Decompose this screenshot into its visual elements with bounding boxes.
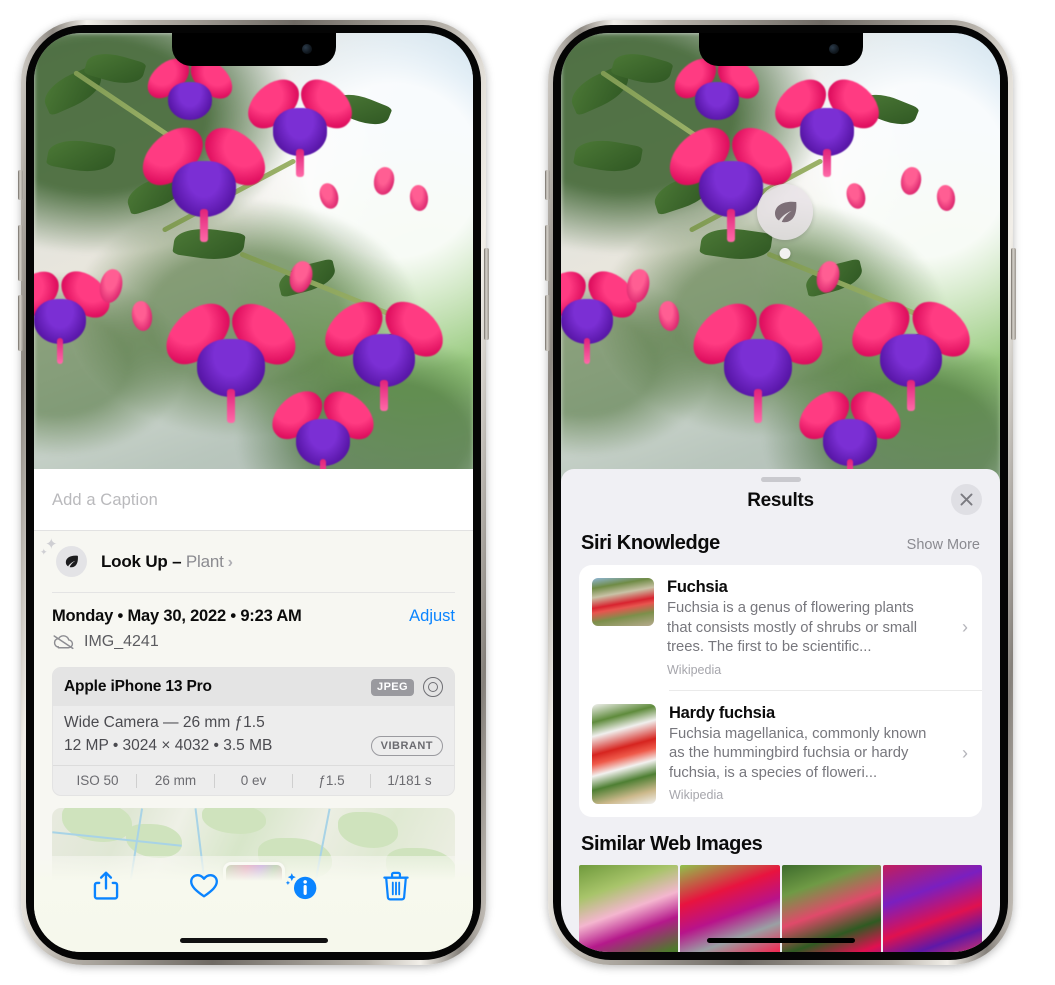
knowledge-source: Wikipedia — [669, 788, 724, 803]
share-icon[interactable] — [91, 870, 125, 904]
volume-down-button[interactable] — [545, 295, 550, 351]
sparkle-icon: ✦ — [40, 547, 48, 557]
close-icon[interactable] — [951, 484, 982, 515]
cloud-slash-icon — [52, 634, 75, 650]
fuchsia-blossom — [155, 292, 307, 423]
siri-knowledge-card: Fuchsia Fuchsia is a genus of flowering … — [579, 565, 982, 817]
web-image-thumbnail[interactable] — [579, 864, 679, 952]
heart-icon[interactable] — [188, 870, 222, 904]
fuchsia-blossom — [314, 291, 454, 412]
fuchsia-blossom — [841, 291, 981, 412]
fuchsia-blossom — [140, 51, 240, 123]
fuchsia-blossom — [34, 262, 119, 365]
caption-placeholder: Add a Caption — [52, 491, 158, 509]
exif-card[interactable]: Apple iPhone 13 Pro JPEG Wide Camera — 2… — [52, 667, 455, 796]
caption-input[interactable]: Add a Caption — [34, 469, 473, 530]
siri-knowledge-header: Siri Knowledge Show More — [561, 526, 1000, 565]
photo-date: Monday • May 30, 2022 • 9:23 AM — [52, 607, 302, 625]
photo-filename: IMG_4241 — [84, 633, 159, 650]
photo-metadata: Monday • May 30, 2022 • 9:23 AM Adjust I… — [34, 593, 473, 657]
trash-icon[interactable] — [382, 870, 416, 904]
page-title: Results — [747, 490, 814, 511]
left-screen: Add a Caption ✦ ✦ Look Up – Plant › Mond… — [34, 33, 473, 952]
exif-stat-iso: ISO 50 — [76, 773, 119, 788]
badge-anchor-dot — [779, 248, 791, 259]
exif-stats-row: ISO 50 26 mm 0 ev ƒ1.5 1/181 s — [53, 765, 454, 795]
power-button[interactable] — [1011, 248, 1016, 340]
front-camera-icon — [828, 44, 839, 54]
photo-fuchsia[interactable] — [34, 33, 473, 493]
exif-body: Wide Camera — 26 mm ƒ1.5 12 MP • 3024 × … — [53, 706, 454, 765]
home-indicator[interactable] — [179, 938, 328, 943]
exif-stat-shutter: 1/181 s — [387, 773, 432, 788]
right-phone: Results Siri Knowledge Show More Fuchsia… — [545, 20, 1016, 965]
show-more-button[interactable]: Show More — [907, 537, 980, 553]
knowledge-source: Wikipedia — [667, 662, 722, 677]
look-up-label: Look Up – Plant › — [101, 552, 233, 572]
similar-web-images-title: Similar Web Images — [581, 832, 763, 855]
fuchsia-blossom — [682, 292, 834, 423]
front-camera-icon — [301, 44, 312, 54]
exif-stat-exposure: 0 ev — [240, 773, 267, 788]
format-badge: JPEG — [371, 678, 414, 696]
fuchsia-blossom — [263, 382, 383, 487]
fuchsia-blossom — [132, 116, 276, 243]
knowledge-description: Fuchsia magellanica, commonly known as t… — [669, 725, 927, 781]
results-sheet: Results Siri Knowledge Show More Fuchsia… — [561, 469, 1000, 952]
notch — [171, 33, 336, 66]
notch — [698, 33, 863, 66]
fuchsia-blossom — [561, 262, 646, 365]
camera-model: Apple iPhone 13 Pro — [64, 678, 212, 695]
look-up-row[interactable]: ✦ ✦ Look Up – Plant › — [34, 531, 473, 592]
lens-info: Wide Camera — 26 mm ƒ1.5 — [64, 714, 265, 731]
mute-switch[interactable] — [545, 170, 550, 200]
power-button[interactable] — [484, 248, 489, 340]
photographic-style-badge: VIBRANT — [370, 736, 443, 756]
results-header: Results — [561, 482, 1000, 526]
list-item[interactable]: Fuchsia Fuchsia is a genus of flowering … — [579, 565, 982, 690]
leaf-icon — [757, 184, 813, 240]
look-up-subject: Plant — [185, 551, 224, 571]
chevron-right-icon: › — [962, 743, 968, 764]
fuchsia-blossom — [765, 70, 889, 178]
exif-header: Apple iPhone 13 Pro JPEG — [53, 668, 454, 706]
knowledge-title: Hardy fuchsia — [669, 703, 775, 722]
look-up-title: Look Up – — [101, 551, 182, 571]
adjust-button[interactable]: Adjust — [409, 607, 455, 626]
left-phone: Add a Caption ✦ ✦ Look Up – Plant › Mond… — [18, 20, 489, 965]
exif-stat-focal: 26 mm — [154, 773, 197, 788]
knowledge-thumbnail — [592, 703, 656, 804]
mute-switch[interactable] — [18, 170, 23, 200]
volume-up-button[interactable] — [18, 225, 23, 281]
knowledge-thumbnail — [592, 578, 654, 626]
screenshot-canvas: Add a Caption ✦ ✦ Look Up – Plant › Mond… — [0, 0, 1055, 985]
knowledge-title: Fuchsia — [667, 578, 728, 596]
knowledge-description: Fuchsia is a genus of flowering plants t… — [667, 600, 917, 656]
home-indicator[interactable] — [706, 938, 855, 943]
right-screen: Results Siri Knowledge Show More Fuchsia… — [561, 33, 1000, 952]
volume-up-button[interactable] — [545, 225, 550, 281]
chevron-right-icon: › — [962, 616, 968, 637]
fuchsia-blossom — [790, 382, 910, 487]
fuchsia-blossom — [238, 70, 362, 178]
fuchsia-blossom — [667, 51, 767, 123]
visual-look-up-badge[interactable] — [757, 184, 813, 259]
resolution-info: 12 MP • 3024 × 4032 • 3.5 MB — [64, 737, 273, 754]
photo-fuchsia[interactable] — [561, 33, 1000, 493]
leaf-icon: ✦ ✦ — [40, 537, 87, 577]
lens-icon — [423, 677, 443, 697]
info-sparkle-icon[interactable] — [285, 870, 319, 904]
list-item[interactable]: Hardy fuchsia Fuchsia magellanica, commo… — [579, 691, 982, 817]
web-image-thumbnail[interactable] — [882, 864, 982, 952]
section-title: Siri Knowledge — [581, 532, 720, 554]
photo-info-sheet: Add a Caption ✦ ✦ Look Up – Plant › Mond… — [34, 469, 473, 952]
chevron-right-icon: › — [227, 553, 233, 571]
volume-down-button[interactable] — [18, 295, 23, 351]
exif-stat-aperture: ƒ1.5 — [318, 773, 345, 788]
